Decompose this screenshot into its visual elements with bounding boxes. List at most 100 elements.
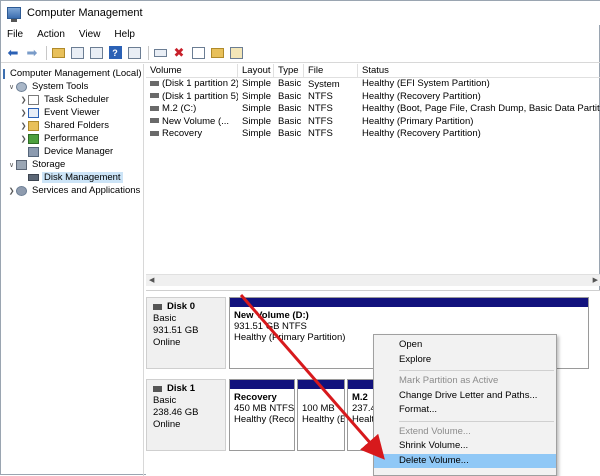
volume-icon — [150, 130, 159, 136]
partition-status: Healthy (E — [302, 414, 344, 425]
forward-arrow-icon[interactable]: ➡ — [24, 45, 40, 61]
volume-layout: Simple — [242, 115, 272, 127]
disk-state: Online — [153, 337, 181, 348]
services-icon — [16, 185, 27, 196]
connect-icon[interactable] — [126, 45, 142, 61]
scroll-right-icon[interactable]: ▶ — [593, 275, 598, 287]
tree-item-event-viewer[interactable]: ❯ Event Viewer — [1, 106, 143, 119]
tree-item-task-scheduler[interactable]: ❯ Task Scheduler — [1, 93, 143, 106]
volume-layout: Simple — [242, 78, 272, 89]
chevron-right-icon[interactable]: ❯ — [7, 187, 16, 195]
column-header-volume[interactable]: Volume — [146, 64, 238, 77]
partition-bar — [230, 298, 588, 307]
table-row[interactable]: (Disk 1 partition 5) Simple Basic NTFS H… — [146, 91, 600, 104]
chevron-right-icon[interactable]: ❯ — [19, 109, 28, 117]
table-row[interactable]: Recovery Simple Basic NTFS Healthy (Reco… — [146, 128, 600, 141]
menu-item-delete-volume[interactable]: Delete Volume... — [374, 453, 556, 468]
column-header-file-system[interactable]: File System — [304, 64, 358, 90]
back-arrow-icon[interactable]: ⬅ — [5, 45, 21, 61]
table-row[interactable]: (Disk 1 partition 2) Simple Basic Health… — [146, 78, 600, 91]
disk-size: 931.51 GB — [153, 325, 199, 336]
tree-item-storage[interactable]: ∨ Storage — [1, 158, 143, 171]
tree-item-shared-folders[interactable]: ❯ Shared Folders — [1, 119, 143, 132]
volume-file-system: NTFS — [308, 115, 333, 127]
menu-item-open[interactable]: Open — [374, 338, 556, 353]
tree-item-services-and-applications[interactable]: ❯ Services and Applications — [1, 184, 143, 197]
table-row[interactable]: New Volume (... Simple Basic NTFS Health… — [146, 116, 600, 129]
chevron-down-icon[interactable]: ∨ — [7, 83, 16, 91]
volume-type: Basic — [278, 103, 302, 114]
volume-name: (Disk 1 partition 5) — [162, 90, 238, 102]
export-icon[interactable] — [152, 45, 168, 61]
chevron-right-icon[interactable]: ❯ — [19, 122, 28, 130]
horizontal-scrollbar[interactable]: ◀ ▶ — [146, 274, 600, 286]
volume-layout: Simple — [242, 128, 272, 139]
help-icon[interactable]: ? — [107, 45, 123, 61]
volume-status: Healthy (Primary Partition) — [362, 115, 474, 127]
partition-recovery[interactable]: Recovery 450 MB NTFS Healthy (Reco — [229, 379, 295, 451]
disk-info-disk-0[interactable]: Disk 0 Basic 931.51 GB Online — [146, 297, 226, 369]
tree-item-label: Storage — [32, 159, 66, 170]
calendar-icon — [28, 94, 39, 105]
volume-status: Healthy (Recovery Partition) — [362, 90, 481, 102]
partition-name: Recovery — [234, 392, 277, 403]
disk-size: 238.46 GB — [153, 407, 199, 418]
disk-info-disk-1[interactable]: Disk 1 Basic 238.46 GB Online — [146, 379, 226, 451]
computer-management-window: Computer Management File Action View Hel… — [0, 0, 600, 476]
check-icon[interactable] — [190, 45, 206, 61]
menu-item-explore[interactable]: Explore — [374, 353, 556, 368]
tree-item-label: Shared Folders — [44, 120, 109, 131]
tree-item-computer-management[interactable]: Computer Management (Local) — [1, 67, 143, 80]
menu-item-shrink-volume[interactable]: Shrink Volume... — [374, 439, 556, 454]
chevron-right-icon[interactable]: ❯ — [19, 135, 28, 143]
table-row[interactable]: M.2 (C:) Simple Basic NTFS Healthy (Boot… — [146, 103, 600, 116]
disk-state: Online — [153, 419, 181, 430]
up-folder-icon[interactable] — [50, 45, 66, 61]
scroll-left-icon[interactable]: ◀ — [149, 275, 154, 287]
menu-item-mark-partition-active: Mark Partition as Active — [399, 375, 499, 386]
properties-icon[interactable] — [88, 45, 104, 61]
disk-type: Basic — [153, 395, 177, 406]
tree-item-device-manager[interactable]: Device Manager — [1, 145, 143, 158]
volume-file-system: NTFS — [308, 103, 333, 114]
menu-bar: File Action View Help — [1, 25, 600, 43]
partition-efi[interactable]: 100 MB Healthy (E — [297, 379, 345, 451]
partition-size: 931.51 GB NTFS — [234, 321, 307, 332]
volume-name: M.2 (C:) — [162, 103, 197, 114]
partition-status: Healthy (Reco — [234, 414, 294, 425]
menu-action[interactable]: Action — [37, 29, 65, 40]
menu-view[interactable]: View — [79, 29, 101, 40]
volume-type: Basic — [278, 128, 302, 139]
toolbar-separator — [46, 45, 47, 60]
chevron-down-icon[interactable]: ∨ — [7, 161, 16, 169]
tree-item-disk-management[interactable]: Disk Management — [1, 171, 143, 184]
tree-item-system-tools[interactable]: ∨ System Tools — [1, 80, 143, 93]
tree-item-label: Computer Management (Local) — [10, 68, 142, 79]
delete-icon[interactable]: ✖ — [171, 45, 187, 61]
menu-item-change-drive-letter[interactable]: Change Drive Letter and Paths... — [374, 389, 556, 404]
folder-icon[interactable] — [209, 45, 225, 61]
tree-item-label: Disk Management — [42, 172, 123, 183]
column-header-status[interactable]: Status — [358, 64, 600, 77]
volume-list: Volume Layout Type File System Status (D… — [146, 64, 600, 287]
chevron-right-icon[interactable]: ❯ — [19, 96, 28, 104]
partition-bar — [230, 380, 294, 389]
volume-icon — [150, 118, 159, 124]
menu-item-format[interactable]: Format... — [374, 403, 556, 418]
show-hide-tree-icon[interactable] — [69, 45, 85, 61]
disk-name: Disk 1 — [167, 383, 195, 394]
menu-file[interactable]: File — [7, 29, 23, 40]
menu-item-extend-volume: Extend Volume... — [399, 425, 471, 437]
menu-help[interactable]: Help — [114, 29, 135, 40]
tree-item-performance[interactable]: ❯ Performance — [1, 132, 143, 145]
toolbar: ⬅ ➡ ? ✖ — [1, 43, 600, 63]
column-header-layout[interactable]: Layout — [238, 64, 274, 77]
disk-icon — [28, 174, 39, 181]
tree-item-label: Event Viewer — [44, 107, 100, 118]
partition-size: 450 MB NTFS — [234, 403, 294, 414]
column-header-type[interactable]: Type — [274, 64, 304, 77]
computer-management-icon — [7, 7, 21, 22]
shared-folder-icon — [28, 120, 39, 131]
event-viewer-icon — [28, 107, 39, 118]
refresh-icon[interactable] — [228, 45, 244, 61]
